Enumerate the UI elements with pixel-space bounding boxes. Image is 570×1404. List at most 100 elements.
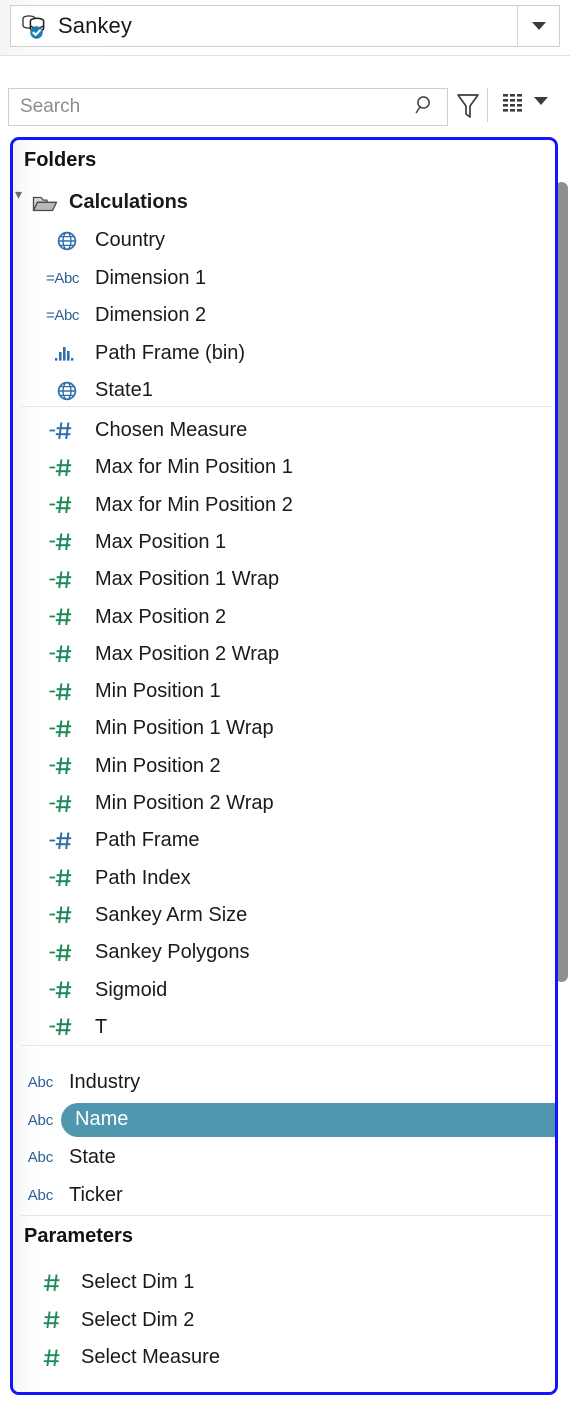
field-row-dimension-label: State1	[95, 379, 153, 402]
field-row-measure-label: T	[95, 1015, 108, 1038]
field-row-measure[interactable]: Max Position 1 Wrap	[13, 561, 555, 598]
search-toolbar: Search	[0, 57, 570, 129]
funnel-icon	[457, 94, 479, 118]
field-row-label: Ticker	[69, 1183, 123, 1206]
field-row-measure[interactable]: Path Frame	[13, 822, 555, 859]
tableau-data-pane: Sankey Search Folders ▾ Calculations Cou…	[0, 0, 570, 1404]
field-row-dimension[interactable]: Country	[13, 222, 555, 259]
search-field-wrapper[interactable]: Search	[8, 88, 448, 126]
field-row[interactable]: Abc Ticker	[13, 1177, 555, 1214]
filter-button[interactable]	[454, 90, 482, 127]
field-row-dimension-label: Dimension 2	[95, 304, 207, 327]
section-divider-fields	[21, 1045, 552, 1046]
field-selected-pill[interactable]: Name	[61, 1102, 555, 1137]
calc-number-icon	[13, 457, 85, 479]
field-row-measure[interactable]: Max Position 1	[13, 524, 555, 561]
number-icon	[13, 1272, 71, 1294]
globe-icon	[13, 229, 85, 253]
parameter-row[interactable]: Select Dim 1	[13, 1264, 555, 1301]
search-icon	[413, 93, 437, 122]
fields-list-pane: Folders ▾ Calculations Country =Abc Dime…	[10, 137, 558, 1395]
field-row-measure[interactable]: Max for Min Position 1	[13, 449, 555, 486]
field-row-measure-label: Chosen Measure	[95, 419, 248, 441]
field-row-dimension-label: Path Frame (bin)	[95, 341, 246, 364]
field-row-measure[interactable]: Sankey Arm Size	[13, 897, 555, 934]
datasource-bar: Sankey	[0, 0, 570, 56]
field-row-measure-label: Min Position 2 Wrap	[95, 792, 274, 814]
calc-number-icon	[13, 420, 85, 442]
field-row-measure[interactable]: Sigmoid	[13, 972, 555, 1009]
field-row-measure-label: Min Position 1	[95, 680, 221, 703]
field-row-dimension[interactable]: =Abc Dimension 1	[13, 260, 555, 297]
parameter-row[interactable]: Select Measure	[13, 1339, 555, 1376]
calc-number-icon	[13, 606, 85, 628]
field-row-measure[interactable]: Sankey Polygons	[13, 934, 555, 971]
section-divider-measures	[21, 406, 552, 407]
search-input[interactable]: Search	[20, 96, 413, 118]
field-row-measure-label: Min Position 2	[95, 754, 221, 777]
toolbar-divider	[487, 88, 488, 122]
abc-string-icon: Abc	[27, 1111, 53, 1129]
field-row-measure-label: Path Index	[95, 866, 191, 889]
field-row-dimension-label: Country	[95, 229, 166, 251]
field-row-measure[interactable]: Min Position 2 Wrap	[13, 785, 555, 822]
parameters-header: Parameters	[24, 1225, 133, 1247]
field-row-measure[interactable]: Min Position 2	[13, 748, 555, 785]
parameter-row-label: Select Measure	[81, 1346, 220, 1368]
field-row-dimension[interactable]: Path Frame (bin)	[13, 335, 555, 372]
datasource-dropdown-button[interactable]	[517, 6, 559, 46]
parameter-row-label: Select Dim 2	[81, 1308, 195, 1331]
field-row-measure[interactable]: Max for Min Position 2	[13, 487, 555, 524]
calc-number-icon	[13, 755, 85, 777]
datasource-selector[interactable]: Sankey	[10, 5, 560, 47]
calc-number-icon	[13, 867, 85, 889]
field-row-measure-label: Path Frame	[95, 829, 200, 852]
field-row-measure[interactable]: T	[13, 1009, 555, 1046]
calc-number-icon	[13, 569, 85, 591]
field-row-measure-label: Max Position 1 Wrap	[95, 568, 280, 591]
calc-number-icon	[13, 718, 85, 740]
field-row-measure-label: Sankey Arm Size	[95, 903, 248, 926]
field-row-measure[interactable]: Min Position 1 Wrap	[13, 710, 555, 747]
calc-string-icon: =Abc	[45, 307, 79, 325]
calc-string-icon: =Abc	[45, 269, 79, 287]
abc-string-icon: Abc	[27, 1186, 53, 1204]
field-row-dimension[interactable]: State1	[13, 372, 555, 409]
field-row-measure-label: Sankey Polygons	[95, 941, 250, 964]
field-row-measure[interactable]: Min Position 1	[13, 673, 555, 710]
chevron-down-icon	[534, 97, 548, 105]
database-connected-icon	[20, 12, 50, 40]
folders-header: Folders	[24, 149, 97, 171]
field-row-label: State	[69, 1146, 116, 1168]
bin-histogram-icon	[13, 343, 85, 363]
field-row[interactable]: Abc Industry	[13, 1064, 555, 1101]
field-row-dimension-label: Dimension 1	[95, 266, 207, 289]
field-row-measure-label: Max Position 1	[95, 530, 227, 553]
field-row-measure[interactable]: Chosen Measure	[13, 412, 555, 449]
field-row-measure[interactable]: Max Position 2 Wrap	[13, 636, 555, 673]
calc-number-icon	[13, 942, 85, 964]
grouping-dropdown-button[interactable]	[534, 97, 548, 105]
grouping-button[interactable]	[500, 90, 528, 123]
globe-icon	[13, 379, 85, 403]
chevron-down-icon[interactable]: ▾	[15, 186, 22, 203]
field-row-measure-label: Max Position 2 Wrap	[95, 642, 280, 665]
field-row[interactable]: Abc State	[13, 1139, 555, 1176]
chevron-down-icon	[531, 22, 546, 30]
calc-number-icon	[13, 830, 85, 852]
parameter-row[interactable]: Select Dim 2	[13, 1302, 555, 1339]
calc-number-icon	[13, 904, 85, 926]
folder-row-calculations[interactable]: ▾ Calculations	[13, 184, 555, 221]
field-row-label: Industry	[69, 1071, 141, 1093]
abc-string-icon: Abc	[27, 1074, 53, 1091]
field-row-measure[interactable]: Max Position 2	[13, 599, 555, 636]
calc-number-icon	[13, 793, 85, 815]
field-row-measure-label: Max for Min Position 1	[95, 456, 293, 479]
calc-number-icon	[13, 494, 85, 516]
field-row-measure[interactable]: Path Index	[13, 860, 555, 897]
number-icon	[13, 1309, 71, 1331]
field-row-dimension[interactable]: =Abc Dimension 2	[13, 297, 555, 334]
datasource-name: Sankey	[58, 13, 132, 38]
folder-label: Calculations	[69, 191, 188, 213]
field-row-measure-label: Min Position 1 Wrap	[95, 717, 274, 740]
